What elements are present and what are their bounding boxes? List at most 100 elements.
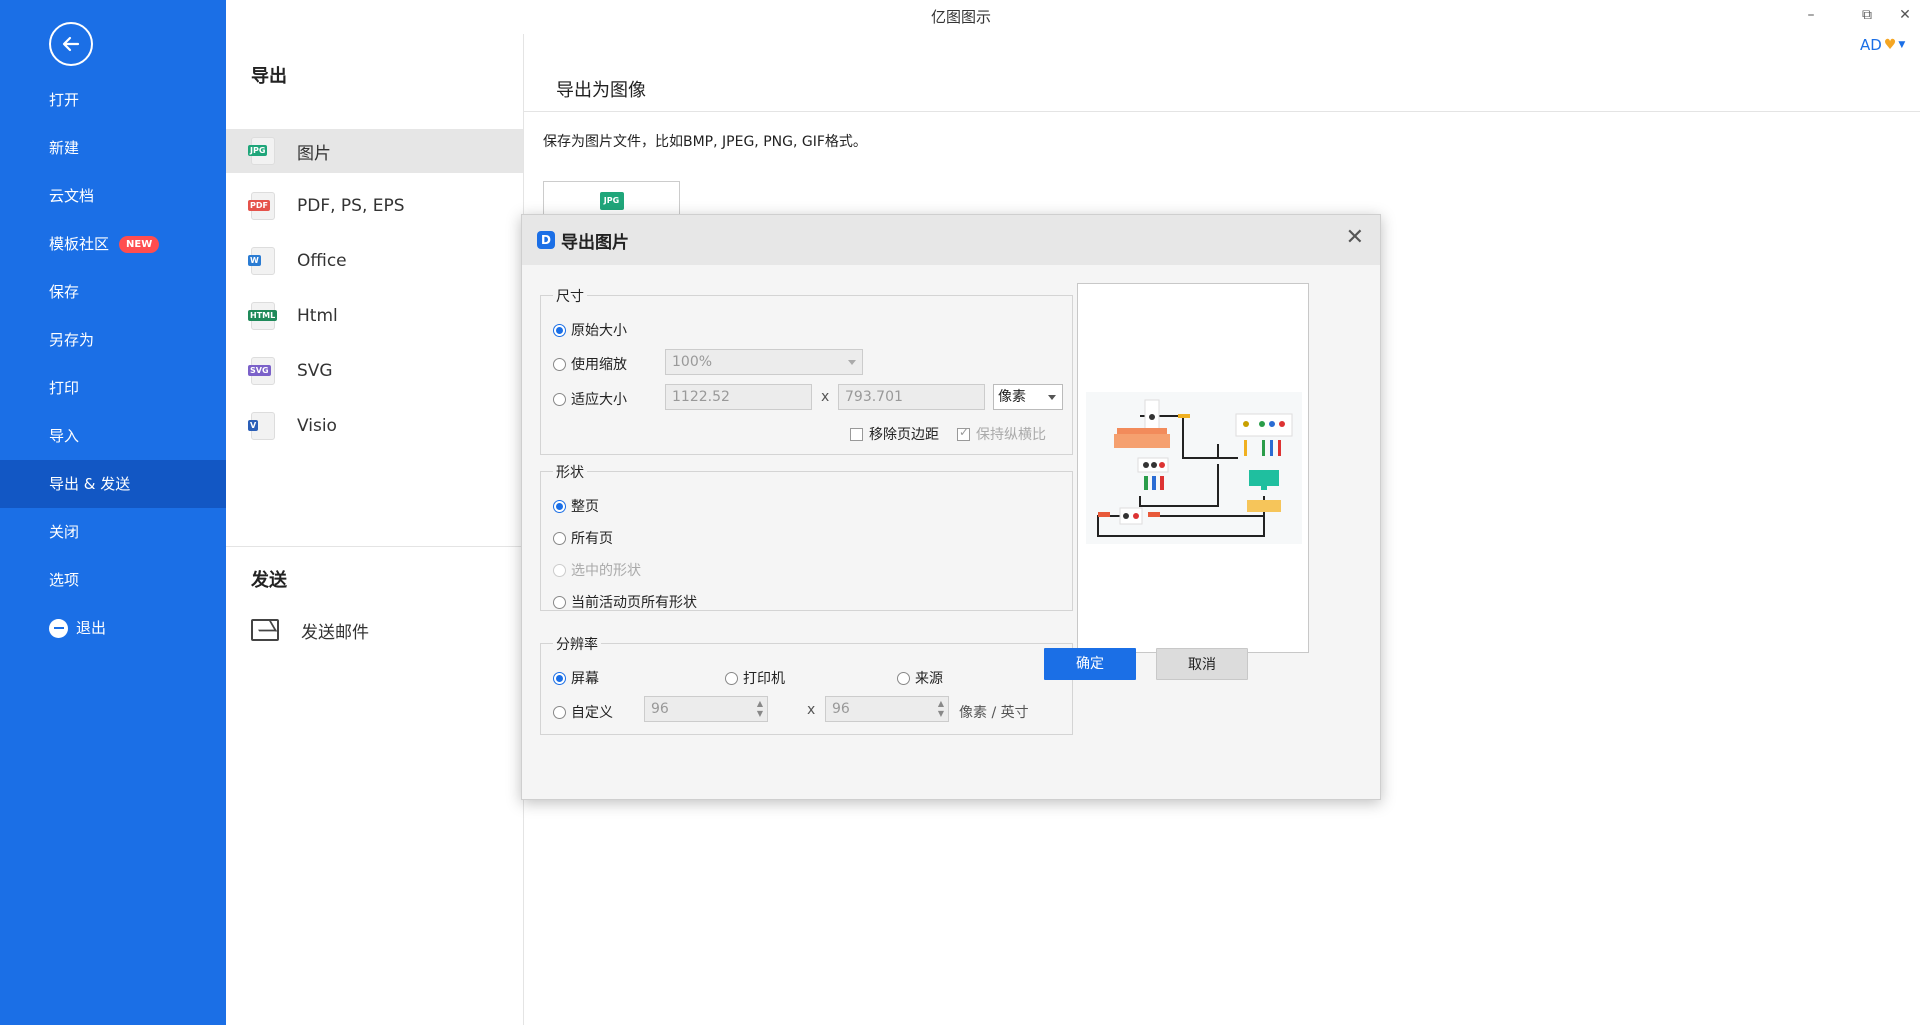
height-input[interactable]: 793.701 xyxy=(838,384,985,410)
group-title: 分辨率 xyxy=(553,634,601,654)
chevron-down-icon xyxy=(1048,395,1056,400)
send-item-label: 发送邮件 xyxy=(301,622,369,643)
checkbox-label: 保持纵横比 xyxy=(976,427,1046,443)
keep-ratio-checkbox[interactable]: 保持纵横比 xyxy=(957,424,1046,444)
sidebar-item-print[interactable]: 打印 xyxy=(0,364,226,412)
sidebar-item-label: 导入 xyxy=(49,427,80,445)
export-heading: 导出 xyxy=(251,66,287,87)
sidebar-item-open[interactable]: 打开 xyxy=(0,76,226,124)
sidebar-item-label: 打开 xyxy=(49,91,80,109)
sidebar-item-save[interactable]: 保存 xyxy=(0,268,226,316)
radio-icon xyxy=(553,531,566,545)
export-item-html[interactable]: HTML Html xyxy=(226,294,523,338)
sidebar-item-options[interactable]: 选项 xyxy=(0,556,226,604)
sidebar-item-close[interactable]: 关闭 xyxy=(0,508,226,556)
spinner-icon[interactable]: ▲ ▼ xyxy=(757,699,763,719)
radio-icon xyxy=(553,595,566,609)
mail-icon xyxy=(251,619,279,641)
user-account[interactable]: AD ♥ ▼ xyxy=(1860,36,1905,54)
group-title: 尺寸 xyxy=(553,286,587,306)
radio-icon xyxy=(553,671,566,685)
dialog-title: 导出图片 xyxy=(561,232,629,253)
custom-radio[interactable]: 自定义 xyxy=(553,702,613,722)
sidebar-item-import[interactable]: 导入 xyxy=(0,412,226,460)
chevron-down-icon: ▼ xyxy=(1898,40,1906,50)
use-zoom-radio[interactable]: 使用缩放 xyxy=(553,354,627,374)
html-file-icon: HTML xyxy=(248,302,278,330)
radio-icon xyxy=(725,671,738,685)
send-heading: 发送 xyxy=(251,570,287,591)
export-item-office[interactable]: W Office xyxy=(226,239,523,283)
width-value: 1122.52 xyxy=(672,389,730,405)
unit-value: 像素 xyxy=(998,389,1026,405)
radio-label: 所有页 xyxy=(571,531,613,547)
all-pages-radio[interactable]: 所有页 xyxy=(553,528,613,548)
printer-radio[interactable]: 打印机 xyxy=(725,668,785,688)
export-item-image[interactable]: JPG 图片 xyxy=(226,129,523,173)
jpg-file-icon: JPG xyxy=(248,137,275,165)
dpi-x-value: 96 xyxy=(651,701,669,717)
dialog-title-bar: D 导出图片 xyxy=(522,215,1380,265)
sidebar-item-template-community[interactable]: 模板社区 NEW xyxy=(0,220,226,268)
chevron-down-icon xyxy=(848,360,856,365)
export-item-label: SVG xyxy=(297,361,333,381)
visio-file-icon: V xyxy=(248,412,275,440)
sidebar-item-label: 模板社区 xyxy=(49,235,110,253)
close-icon[interactable]: ✕ xyxy=(1346,227,1364,249)
jpg-file-icon: JPG xyxy=(599,192,624,210)
radio-icon xyxy=(553,705,566,719)
word-file-icon: W xyxy=(248,247,275,275)
app-logo-icon: D xyxy=(537,231,555,249)
radio-icon xyxy=(897,671,910,685)
original-size-radio[interactable]: 原始大小 xyxy=(553,320,627,340)
minimize-icon[interactable]: – xyxy=(1800,4,1822,26)
export-item-pdf[interactable]: PDF PDF, PS, EPS xyxy=(226,184,523,228)
checkbox-icon xyxy=(850,427,863,441)
send-email-item[interactable]: 发送邮件 xyxy=(226,608,523,652)
restore-icon[interactable]: ⧉ xyxy=(1856,4,1878,26)
fit-size-radio[interactable]: 适应大小 xyxy=(553,389,627,409)
sidebar-item-label: 打印 xyxy=(49,379,80,397)
zoom-select[interactable]: 100% xyxy=(665,349,863,375)
content-description: 保存为图片文件，比如BMP, JPEG, PNG, GIF格式。 xyxy=(543,134,867,150)
sidebar-item-label: 新建 xyxy=(49,139,80,157)
sidebar-item-new[interactable]: 新建 xyxy=(0,124,226,172)
whole-page-radio[interactable]: 整页 xyxy=(553,496,599,516)
sidebar-item-cloud-docs[interactable]: 云文档 xyxy=(0,172,226,220)
sidebar-item-label: 退出 xyxy=(76,619,107,637)
radio-label: 屏幕 xyxy=(571,671,599,687)
export-item-svg[interactable]: SVG SVG xyxy=(226,349,523,393)
resolution-group: 分辨率 屏幕 打印机 来源 自定义 96 ▲ ▼ x 96 ▲ ▼ 像素 / 英寸 xyxy=(540,634,1073,735)
radio-icon xyxy=(553,323,566,337)
radio-label: 原始大小 xyxy=(571,323,627,339)
sidebar-item-label: 选项 xyxy=(49,571,80,589)
sidebar-item-save-as[interactable]: 另存为 xyxy=(0,316,226,364)
selected-shapes-radio[interactable]: 选中的形状 xyxy=(553,560,641,580)
sidebar-item-export-send[interactable]: 导出 & 发送 xyxy=(0,460,226,508)
radio-label: 自定义 xyxy=(571,705,613,721)
unit-select[interactable]: 像素 xyxy=(993,384,1063,410)
close-icon[interactable]: ✕ xyxy=(1894,4,1916,26)
cancel-button[interactable]: 取消 xyxy=(1156,648,1248,680)
sidebar: 打开 新建 云文档 模板社区 NEW 保存 另存为 打印 导入 导出 & 发送 关… xyxy=(0,0,226,1025)
dpi-y-input[interactable]: 96 ▲ ▼ xyxy=(825,696,949,722)
dpi-x-input[interactable]: 96 ▲ ▼ xyxy=(644,696,768,722)
radio-label: 使用缩放 xyxy=(571,357,627,373)
spinner-icon[interactable]: ▲ ▼ xyxy=(938,699,944,719)
radio-label: 来源 xyxy=(915,671,943,687)
remove-margin-checkbox[interactable]: 移除页边距 xyxy=(850,424,939,444)
sidebar-item-exit[interactable]: 退出 xyxy=(0,604,226,652)
export-item-visio[interactable]: V Visio xyxy=(226,404,523,448)
sidebar-item-label: 保存 xyxy=(49,283,80,301)
radio-icon xyxy=(553,392,566,406)
back-button[interactable] xyxy=(49,22,93,66)
sidebar-nav: 打开 新建 云文档 模板社区 NEW 保存 另存为 打印 导入 导出 & 发送 关… xyxy=(0,76,226,652)
radio-icon xyxy=(553,563,566,577)
source-radio[interactable]: 来源 xyxy=(897,668,943,688)
width-input[interactable]: 1122.52 xyxy=(665,384,812,410)
current-page-shapes-radio[interactable]: 当前活动页所有形状 xyxy=(553,592,697,612)
app-title: 亿图图示 xyxy=(930,8,991,26)
times-label: x xyxy=(821,389,830,405)
screen-radio[interactable]: 屏幕 xyxy=(553,668,599,688)
ok-button[interactable]: 确定 xyxy=(1044,648,1136,680)
